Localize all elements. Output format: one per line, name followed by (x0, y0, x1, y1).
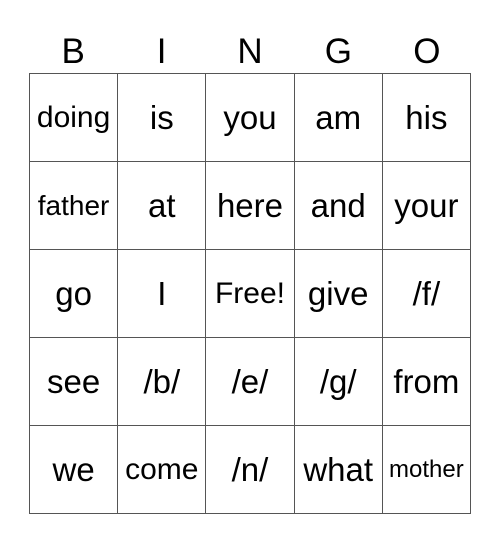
bingo-cell[interactable]: is (118, 74, 207, 162)
bingo-cell[interactable]: you (206, 74, 295, 162)
bingo-cell[interactable]: doing (30, 74, 119, 162)
bingo-cell[interactable]: /f/ (382, 250, 471, 338)
bingo-cell[interactable]: mother (382, 426, 471, 514)
bingo-cell[interactable]: am (294, 74, 383, 162)
bingo-cell[interactable]: here (206, 162, 295, 250)
header-letter-g: G (324, 32, 353, 71)
bingo-cell[interactable]: see (30, 338, 119, 426)
bingo-cell[interactable]: go (30, 250, 119, 338)
bingo-cell[interactable]: at (118, 162, 207, 250)
header-letter-b: B (61, 32, 85, 71)
bingo-cell[interactable]: from (382, 338, 471, 426)
bingo-cell[interactable]: what (294, 426, 383, 514)
header-letter-n: N (237, 32, 263, 71)
bingo-header: B I N G O (29, 30, 471, 73)
header-letter-o: O (413, 32, 441, 71)
bingo-cell[interactable]: come (118, 426, 207, 514)
bingo-cell[interactable]: his (382, 74, 471, 162)
bingo-cell[interactable]: /b/ (118, 338, 207, 426)
bingo-cell[interactable]: we (30, 426, 119, 514)
header-letter-i: I (156, 32, 167, 71)
bingo-cell[interactable]: /e/ (206, 338, 295, 426)
bingo-cell[interactable]: give (294, 250, 383, 338)
bingo-cell[interactable]: your (382, 162, 471, 250)
bingo-cell[interactable]: /g/ (294, 338, 383, 426)
bingo-grid: doing is you am his father at here and y… (29, 73, 471, 514)
bingo-cell[interactable]: /n/ (206, 426, 295, 514)
bingo-cell[interactable]: I (118, 250, 207, 338)
bingo-cell[interactable]: father (30, 162, 119, 250)
bingo-cell[interactable]: and (294, 162, 383, 250)
free-space-cell[interactable]: Free! (206, 250, 295, 338)
